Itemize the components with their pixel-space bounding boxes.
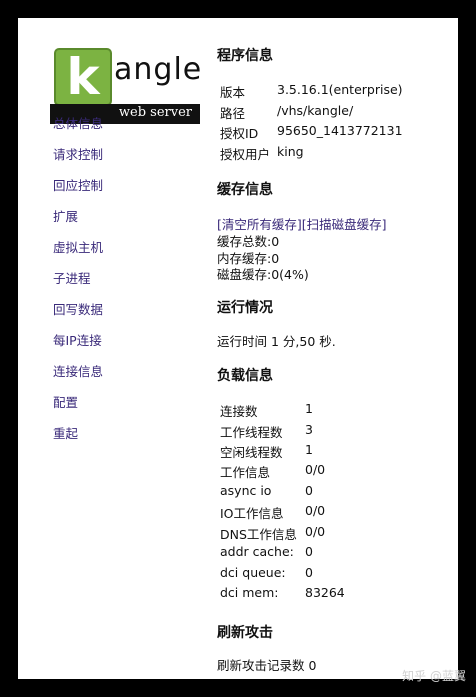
nav-response-control[interactable]: 回应控制 — [53, 178, 173, 209]
program-row-version: 版本 3.5.16.1(enterprise) — [220, 82, 403, 100]
load-row: IO工作信息 0/0 — [220, 503, 326, 521]
load-row: 工作线程数 3 — [220, 422, 313, 440]
cache-info-title: 缓存信息 — [217, 182, 273, 198]
nav-extensions[interactable]: 扩展 — [53, 209, 173, 240]
program-info-title: 程序信息 — [217, 48, 273, 64]
program-row-path: 路径 /vhs/kangle/ — [220, 103, 354, 121]
load-info-title: 负载信息 — [217, 368, 273, 384]
flood-attack-title: 刷新攻击 — [217, 625, 273, 641]
load-row: 连接数 1 — [220, 401, 313, 419]
load-row: dci queue: 0 — [220, 565, 313, 580]
load-row: 工作信息 0/0 — [220, 462, 326, 480]
nav-restart[interactable]: 重起 — [53, 426, 173, 457]
nav-connection-info[interactable]: 连接信息 — [53, 364, 173, 395]
load-row: async io 0 — [220, 483, 313, 498]
nav-request-control[interactable]: 请求控制 — [53, 147, 173, 178]
load-row: dci mem: 83264 — [220, 585, 345, 600]
clear-cache-link[interactable]: [清空所有缓存] — [217, 217, 302, 232]
load-row: DNS工作信息 0/0 — [220, 524, 326, 542]
cache-disk: 磁盘缓存:0(4%) — [217, 267, 309, 282]
nav-virtual-hosts[interactable]: 虚拟主机 — [53, 240, 173, 271]
nav-overview[interactable]: 总体信息 — [53, 116, 173, 147]
program-row-license-id: 授权ID 95650_1413772131 — [220, 123, 403, 141]
nav-subprocesses[interactable]: 子进程 — [53, 271, 173, 302]
load-row: addr cache: 0 — [220, 544, 313, 559]
uptime-text: 运行时间 1 分,50 秒. — [217, 334, 336, 349]
watermark: 知乎 @蓝翼 — [402, 669, 466, 683]
nav-writeback-data[interactable]: 回写数据 — [53, 302, 173, 333]
nav-per-ip-connections[interactable]: 每IP连接 — [53, 333, 173, 364]
program-row-license-user: 授权用户 king — [220, 144, 304, 162]
logo-wordmark: angle — [114, 52, 203, 87]
flood-records: 刷新攻击记录数 0 — [217, 658, 317, 673]
load-row: 空闲线程数 1 — [220, 442, 313, 460]
scan-disk-cache-link[interactable]: [扫描磁盘缓存] — [302, 217, 387, 232]
logo-k-mark: k — [54, 48, 112, 106]
sidebar-nav: 总体信息 请求控制 回应控制 扩展 虚拟主机 子进程 回写数据 每IP连接 连接… — [53, 116, 173, 457]
running-title: 运行情况 — [217, 300, 273, 316]
page: k angle web server 总体信息 请求控制 回应控制 扩展 虚拟主… — [18, 18, 458, 679]
nav-config[interactable]: 配置 — [53, 395, 173, 426]
